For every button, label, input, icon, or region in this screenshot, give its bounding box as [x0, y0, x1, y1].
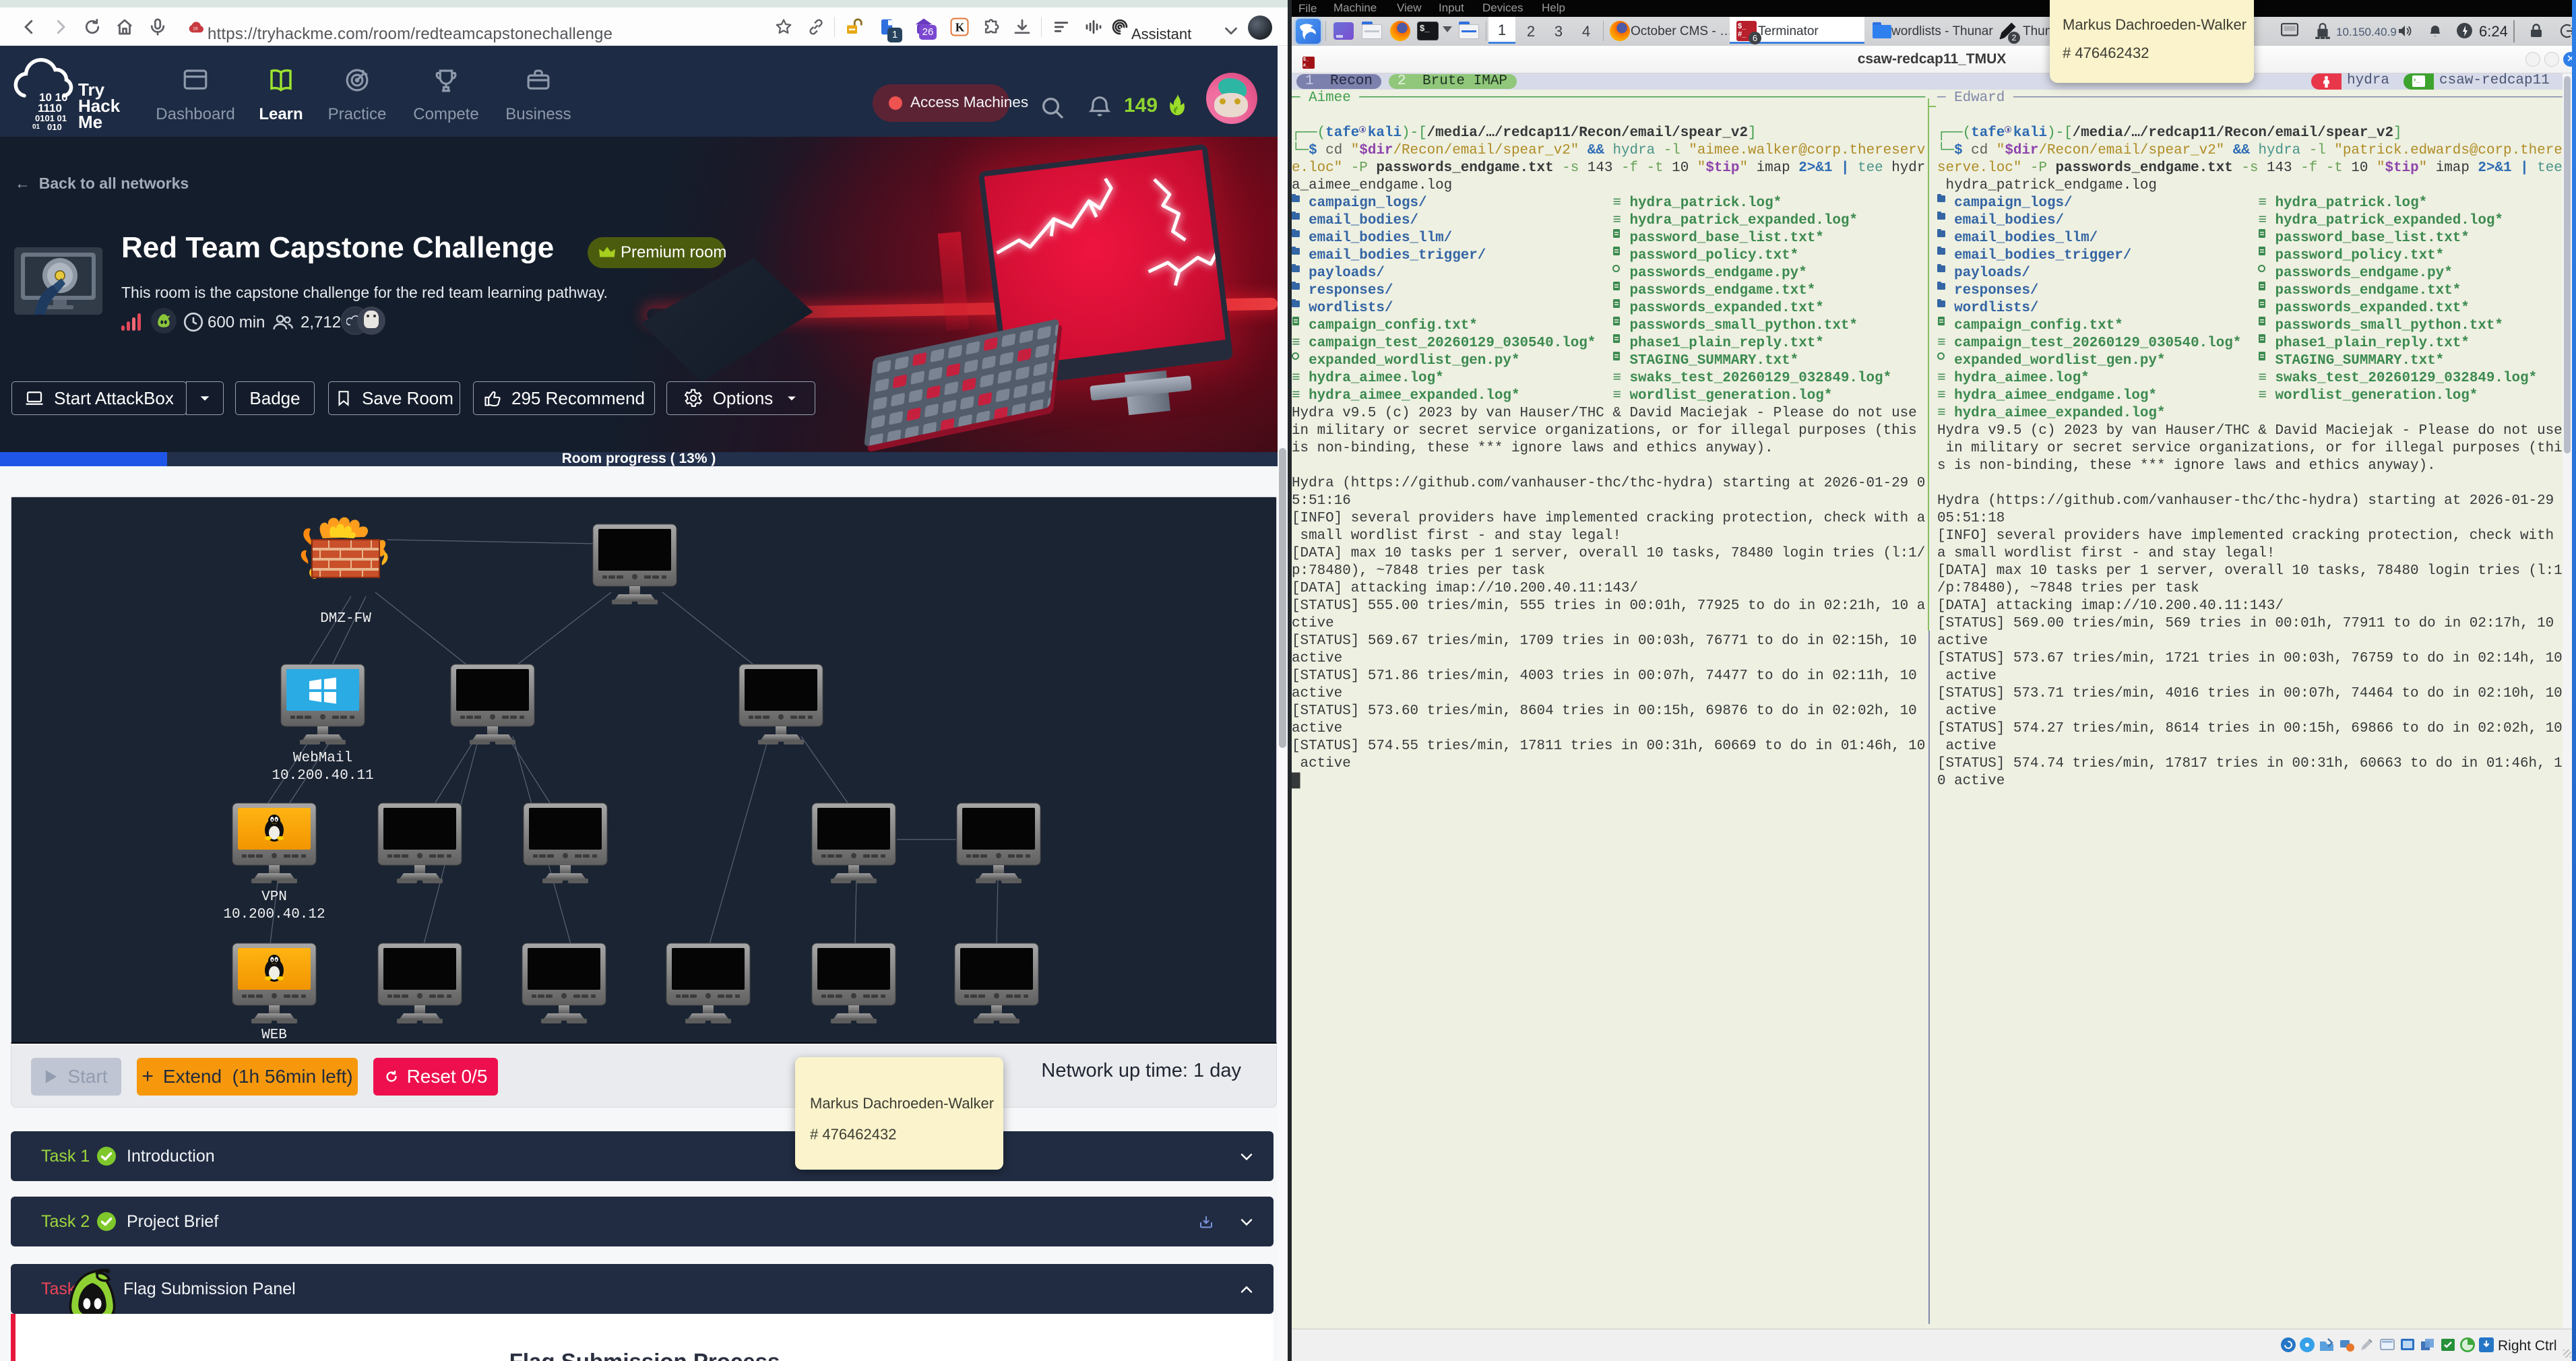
svg-text:01: 01 — [32, 123, 40, 131]
svg-text:10.200.40.11: 10.200.40.11 — [272, 768, 373, 784]
svg-text:VPN: VPN — [261, 889, 287, 905]
svg-text:10: 10 — [193, 27, 198, 32]
svg-text:WebMail: WebMail — [293, 751, 352, 766]
svg-text:K: K — [955, 20, 965, 34]
svg-text:010: 010 — [47, 122, 62, 131]
svg-text:DMZ-FW: DMZ-FW — [320, 611, 371, 627]
svg-text:Me: Me — [78, 112, 102, 131]
svg-text:10.200.40.12: 10.200.40.12 — [223, 907, 325, 922]
svg-text:WEB: WEB — [261, 1027, 287, 1043]
